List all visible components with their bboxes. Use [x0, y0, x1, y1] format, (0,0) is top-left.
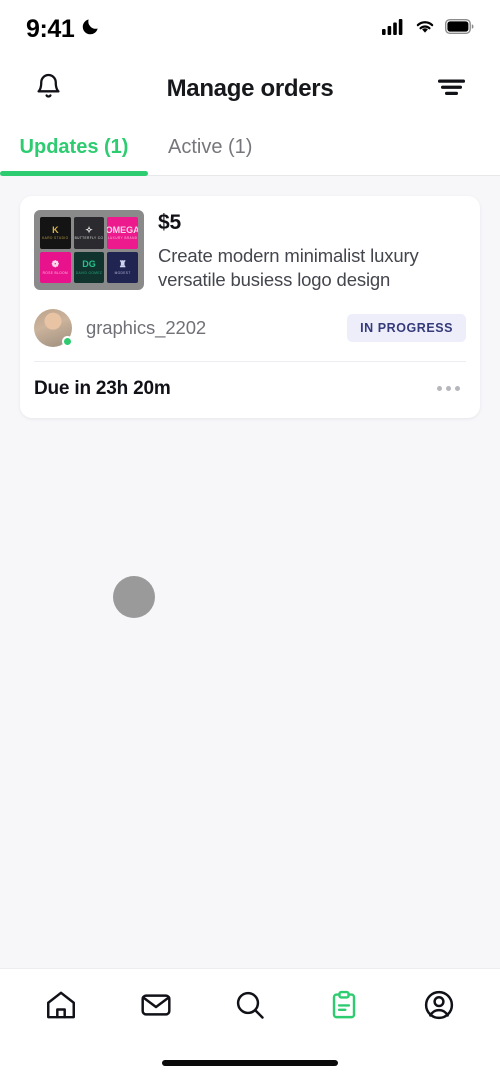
due-row: Due in 23h 20m: [34, 362, 466, 418]
nav-item-messages[interactable]: [125, 980, 187, 1036]
logo-cell: K KARO STUDIO: [40, 217, 71, 249]
logo-cell-sub: MODEST: [114, 270, 131, 275]
status-badge: IN PROGRESS: [347, 313, 466, 342]
logo-cell-sub: BUTTERFLY CO: [74, 236, 104, 240]
battery-full-icon: [444, 18, 474, 39]
status-bar: 9:41: [0, 0, 500, 58]
order-details: $5 Create modern minimalist luxury versa…: [158, 210, 466, 293]
wifi-icon: [414, 18, 436, 40]
more-horizontal-icon[interactable]: [431, 380, 466, 397]
logo-cell: ♜ MODEST: [107, 251, 138, 283]
logo-cell-mark: OMEGA: [107, 224, 138, 235]
seller-row: graphics_2202 IN PROGRESS: [34, 293, 466, 362]
logo-cell-mark: ❁: [51, 259, 60, 269]
search-icon: [233, 988, 267, 1027]
logo-cell-sub: LUXURY BRAND: [107, 236, 138, 240]
logo-cell: DG DAVID GOMEZ: [73, 251, 105, 283]
tab-bar: Updates (1) Active (1): [0, 120, 500, 176]
logo-cell-sub: ROSE BLOOM: [42, 270, 69, 275]
seller-name: graphics_2202: [86, 316, 207, 338]
home-indicator-area: [0, 1046, 500, 1080]
logo-cell: OMEGA LUXURY BRAND: [107, 217, 138, 249]
filter-icon: [436, 75, 467, 104]
bottom-navigation: [0, 968, 500, 1046]
app-header: Manage orders: [0, 58, 500, 120]
logo-cell-sub: DAVID GOMEZ: [75, 270, 103, 275]
notifications-button[interactable]: [26, 67, 70, 111]
nav-item-search[interactable]: [219, 980, 281, 1036]
home-icon: [44, 988, 78, 1027]
nav-item-home[interactable]: [30, 980, 92, 1036]
logo-cell-mark: ✧: [85, 224, 93, 235]
seller-info[interactable]: graphics_2202: [34, 308, 207, 347]
status-bar-left: 9:41: [26, 15, 100, 44]
cellular-signal-icon: [382, 18, 405, 40]
logo-cell: ❁ ROSE BLOOM: [40, 251, 71, 283]
clipboard-icon: [328, 989, 360, 1026]
online-status-indicator: [62, 335, 73, 347]
logo-cell-sub: KARO STUDIO: [42, 236, 69, 240]
status-bar-time: 9:41: [26, 14, 75, 43]
nav-item-profile[interactable]: [408, 980, 470, 1036]
logo-cell-mark: ♜: [118, 259, 127, 269]
order-price: $5: [158, 211, 181, 234]
avatar[interactable]: [34, 308, 73, 347]
tab-updates-label: Updates (1): [19, 136, 129, 158]
status-bar-right: [382, 18, 474, 40]
orders-list: K KARO STUDIO ✧ BUTTERFLY CO OMEGA LUXUR…: [0, 176, 500, 968]
order-title: Create modern minimalist luxury versatil…: [158, 245, 419, 291]
logo-cell-mark: K: [52, 224, 59, 235]
crescent-moon-icon: [81, 17, 100, 41]
tab-updates[interactable]: Updates (1): [0, 120, 148, 176]
logo-cell-mark: DG: [82, 259, 96, 269]
bell-icon: [34, 72, 63, 106]
order-card-top: K KARO STUDIO ✧ BUTTERFLY CO OMEGA LUXUR…: [34, 210, 466, 293]
order-card[interactable]: K KARO STUDIO ✧ BUTTERFLY CO OMEGA LUXUR…: [20, 196, 480, 418]
tab-active-label: Active (1): [168, 136, 253, 158]
tab-active[interactable]: Active (1): [148, 120, 266, 175]
page-title: Manage orders: [166, 75, 334, 102]
touch-indicator: [113, 576, 155, 618]
home-indicator[interactable]: [162, 1060, 338, 1066]
order-thumbnail[interactable]: K KARO STUDIO ✧ BUTTERFLY CO OMEGA LUXUR…: [34, 210, 144, 290]
filter-button[interactable]: [430, 67, 474, 111]
phone-screen: 9:41 Manage orders Updates (1) Active (1…: [0, 0, 500, 1080]
profile-icon: [422, 988, 456, 1027]
due-time-label: Due in 23h 20m: [34, 377, 171, 399]
nav-item-orders[interactable]: [313, 980, 375, 1036]
logo-cell: ✧ BUTTERFLY CO: [73, 217, 105, 249]
mail-icon: [139, 988, 173, 1027]
